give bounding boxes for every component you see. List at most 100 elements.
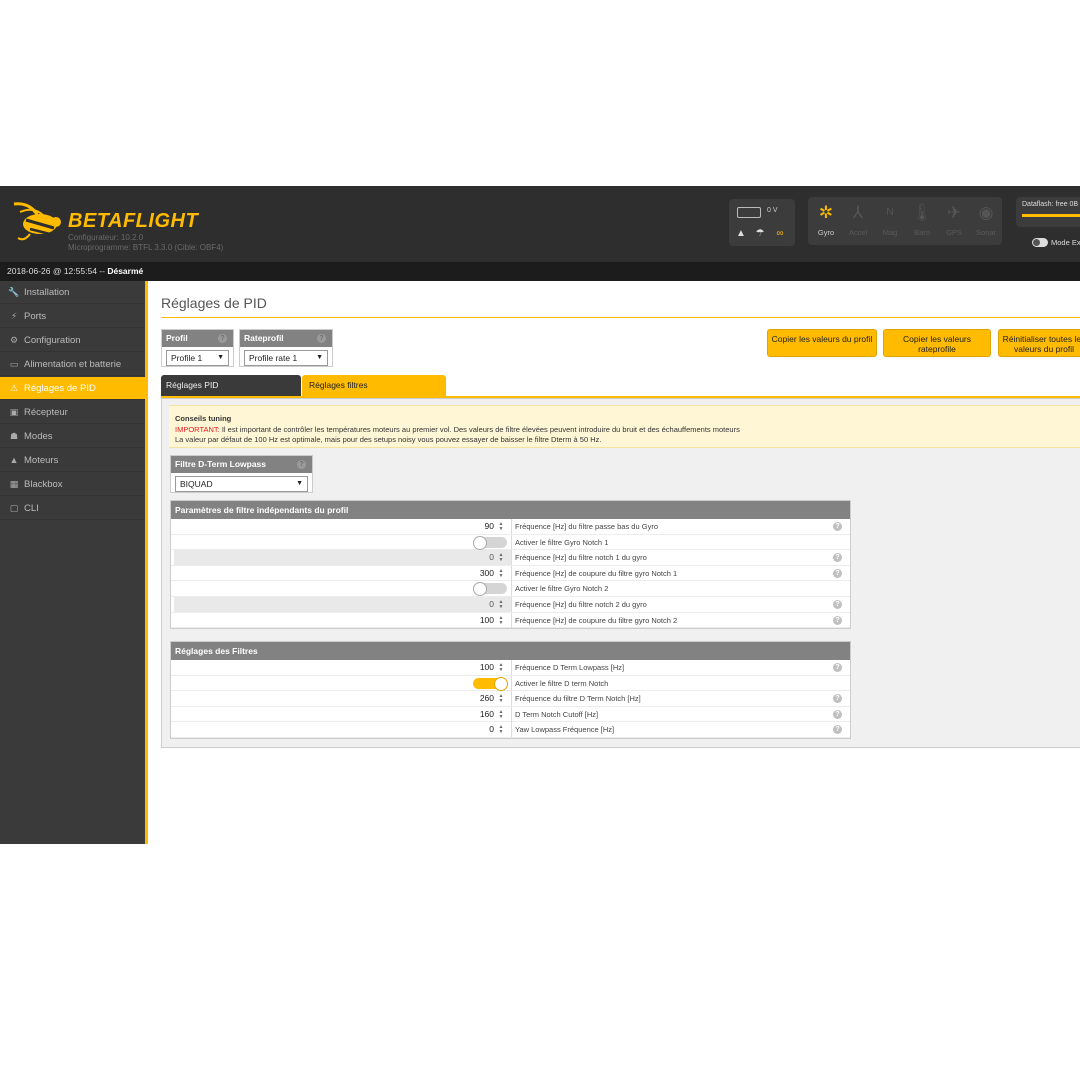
filter-value-input[interactable]: 0	[174, 722, 512, 737]
modes-icon: ☗	[9, 431, 19, 441]
filter-label: Fréquence [Hz] du filtre notch 1 du gyro	[515, 553, 647, 563]
tab-filter-settings[interactable]: Réglages filtres	[302, 375, 446, 396]
status-datetime: 2018-06-26 @ 12:55:54 --	[7, 266, 105, 276]
gps-icon: ✈	[946, 203, 962, 222]
help-icon[interactable]: ?	[833, 725, 842, 735]
spinner-arrows-icon[interactable]: ▲ ▼	[497, 709, 505, 720]
copy-profile-button[interactable]: Copier les valeurs du profil	[767, 329, 877, 357]
spinner-arrows-icon[interactable]: ▲ ▼	[497, 694, 505, 704]
filter-label: Activer le filtre Gyro Notch 1	[515, 537, 609, 547]
sidebar-nav: 🔧 Installation ⚡ Ports ⚙ Configuration ▭…	[0, 281, 145, 844]
filter-row: 160 ▲ ▼ D Term Notch Cutoff [Hz]?	[171, 706, 850, 723]
column-divider	[511, 596, 512, 612]
brand-name: BETAFLIGHT	[68, 210, 199, 232]
warning-icon: ▲	[736, 228, 746, 239]
tips-important: IMPORTANT: Il est important de contrôler…	[175, 425, 1078, 436]
battery-level-icon	[737, 207, 761, 218]
sidebar-item-power-battery[interactable]: ▭ Alimentation et batterie	[0, 353, 145, 376]
sidebar-item-receiver[interactable]: ▣ Récepteur	[0, 401, 145, 424]
sidebar-item-installation[interactable]: 🔧 Installation	[0, 281, 145, 304]
rateprofile-value: Profile rate 1	[249, 353, 298, 363]
spinner-arrows-icon[interactable]: ▲ ▼	[497, 725, 505, 735]
help-icon[interactable]: ?	[833, 694, 842, 704]
spinner-arrows-icon[interactable]: ▲ ▼	[497, 568, 505, 579]
help-icon[interactable]: ?	[833, 553, 842, 563]
sidebar-item-modes[interactable]: ☗ Modes	[0, 425, 145, 448]
sidebar-item-cli[interactable]: ▢ CLI	[0, 497, 145, 520]
filter-enable-toggle[interactable]	[473, 535, 507, 550]
dataflash-label: Dataflash: free 0B	[1022, 201, 1079, 208]
spinner-arrows-icon[interactable]: ▲ ▼	[497, 615, 505, 626]
filter-label: D Term Notch Cutoff [Hz]	[515, 709, 599, 719]
dataflash-bar	[1022, 214, 1080, 217]
betaflight-bee-logo-icon	[13, 202, 61, 241]
help-icon[interactable]: ?	[833, 709, 842, 719]
help-icon[interactable]: ?	[833, 522, 842, 531]
filter-value-input[interactable]: 160	[174, 707, 512, 722]
expert-mode-toggle[interactable]	[1032, 238, 1048, 247]
help-icon[interactable]: ?	[317, 334, 326, 343]
help-icon[interactable]: ?	[833, 599, 842, 609]
help-icon[interactable]: ?	[833, 663, 842, 672]
filter-label: Fréquence [Hz] du filtre passe bas du Gy…	[515, 522, 658, 531]
spinner-arrows-icon[interactable]: ▲ ▼	[497, 663, 505, 673]
filter-label: Fréquence [Hz] de coupure du filtre gyro…	[515, 615, 678, 625]
sidebar-item-configuration[interactable]: ⚙ Configuration	[0, 329, 145, 352]
filter-value-input[interactable]: 0	[174, 550, 512, 566]
filter-value-input[interactable]: 0	[174, 596, 512, 612]
tab-pid-settings[interactable]: Réglages PID	[161, 375, 301, 396]
copy-rateprofile-button[interactable]: Copier les valeurs rateprofile	[883, 329, 991, 357]
filter-row: 90 ▲ ▼ Fréquence [Hz] du filtre passe bas d…	[171, 519, 850, 535]
page-title: Réglages de PID	[161, 295, 267, 311]
cli-icon: ▢	[9, 503, 19, 513]
filter-value-input[interactable]: 260	[174, 691, 512, 706]
spinner-arrows-icon[interactable]: ▲ ▼	[497, 522, 505, 532]
plug-icon: ⚡	[10, 311, 18, 321]
filter-value-input[interactable]: 100	[174, 613, 512, 628]
column-divider	[511, 722, 512, 738]
dterm-lowpass-select-box: Filtre D-Term Lowpass ? BIQUAD ▼	[170, 455, 313, 493]
filter-enable-toggle[interactable]	[473, 582, 507, 597]
tuning-tips: Conseils tuning IMPORTANT: Il est import…	[169, 405, 1080, 448]
sensor-sonar: ◉ Sonar	[970, 201, 1002, 243]
sidebar-item-ports[interactable]: ⚡ Ports	[0, 305, 145, 328]
tips-title: Conseils tuning	[175, 414, 232, 423]
spinner-arrows-icon[interactable]: ▲ ▼	[497, 599, 505, 610]
profile-select[interactable]: Profile 1 ▼	[166, 350, 229, 366]
battery-voltage: 0 V	[767, 207, 778, 214]
rateprofile-label: Rateprofil	[244, 333, 284, 343]
sidebar-item-label: Alimentation et batterie	[24, 359, 122, 370]
spinner-arrows-icon[interactable]: ▲ ▼	[497, 553, 505, 563]
header-bar: BETAFLIGHT Configurateur: 10.2.0 Micropr…	[0, 186, 1080, 262]
filter-enable-toggle[interactable]	[473, 676, 508, 691]
motor-icon: ▲	[9, 455, 19, 465]
filter-label: Fréquence D Term Lowpass [Hz]	[515, 663, 625, 672]
arm-state: Désarmé	[107, 266, 144, 276]
sidebar-item-blackbox[interactable]: ▦ Blackbox	[0, 473, 145, 496]
profile-select-header: Profil ?	[162, 330, 233, 347]
help-icon[interactable]: ?	[833, 615, 842, 625]
help-icon[interactable]: ?	[218, 334, 227, 343]
reset-profile-button[interactable]: Réinitialiser toutes les valeurs du prof…	[998, 329, 1080, 357]
sidebar-item-motors[interactable]: ▲ Moteurs	[0, 449, 145, 472]
sidebar-item-label: Ports	[24, 311, 47, 322]
help-icon[interactable]: ?	[297, 460, 306, 469]
filter-value-input[interactable]: 300	[174, 566, 512, 581]
filter-value-input[interactable]: 90	[174, 519, 512, 534]
title-divider	[161, 317, 1080, 318]
help-icon[interactable]: ?	[833, 568, 842, 578]
rateprofile-select[interactable]: Profile rate 1 ▼	[244, 350, 328, 366]
filter-row: 100 ▲ ▼ Fréquence D Term Lowpass [Hz]?	[171, 660, 850, 676]
dterm-lowpass-select[interactable]: BIQUAD ▼	[175, 476, 308, 492]
sidebar-item-label: Moteurs	[24, 455, 59, 466]
profile-select-box: Profil ? Profile 1 ▼	[161, 329, 234, 367]
dterm-lowpass-label: Filtre D-Term Lowpass	[175, 459, 266, 469]
column-divider	[511, 550, 512, 566]
filter-row: Activer le filtre D term Notch	[171, 675, 850, 692]
receiver-icon: ▣	[9, 407, 19, 417]
column-divider	[511, 519, 512, 534]
filter-value-input[interactable]: 100	[174, 660, 512, 675]
tips-default: La valeur par défaut de 100 Hz est optim…	[175, 435, 602, 444]
sidebar-item-pid-tuning[interactable]: ⚠ Réglages de PID	[0, 377, 145, 400]
chevron-down-icon: ▼	[217, 354, 224, 361]
